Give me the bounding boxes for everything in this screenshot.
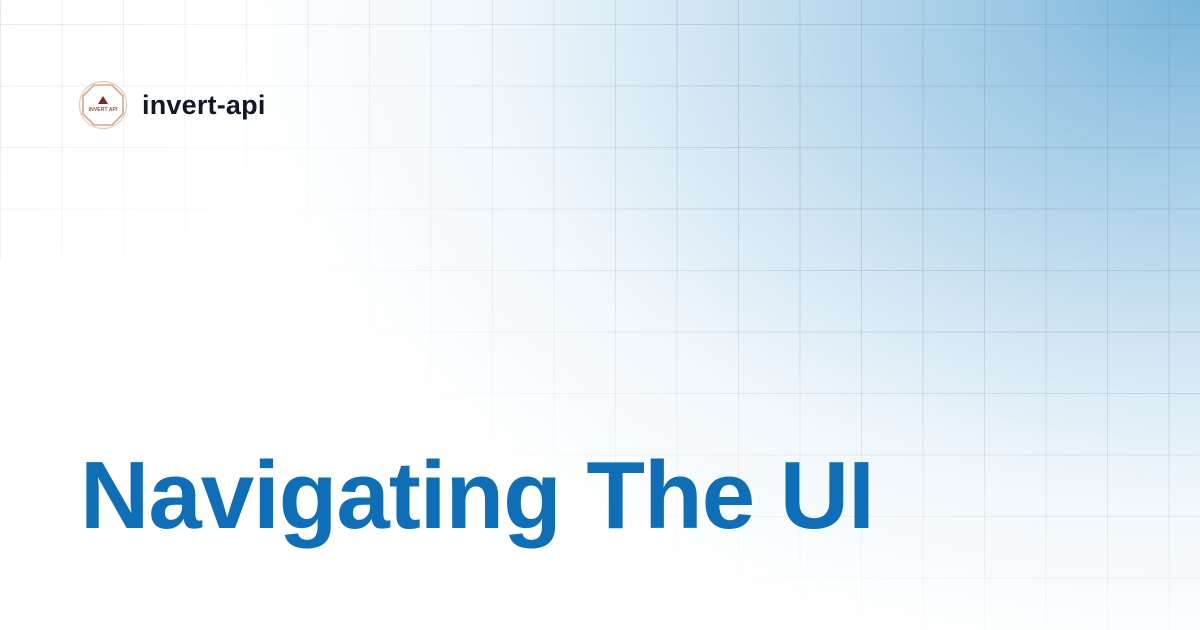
brand[interactable]: INVERT API invert-api [78, 80, 266, 130]
logo-text: INVERT API [89, 107, 118, 113]
page-title: Navigating The UI [80, 442, 875, 549]
social-card: INVERT API invert-api Navigating The UI [0, 0, 1200, 630]
brand-name: invert-api [142, 89, 266, 120]
logo-icon: INVERT API [78, 80, 128, 130]
